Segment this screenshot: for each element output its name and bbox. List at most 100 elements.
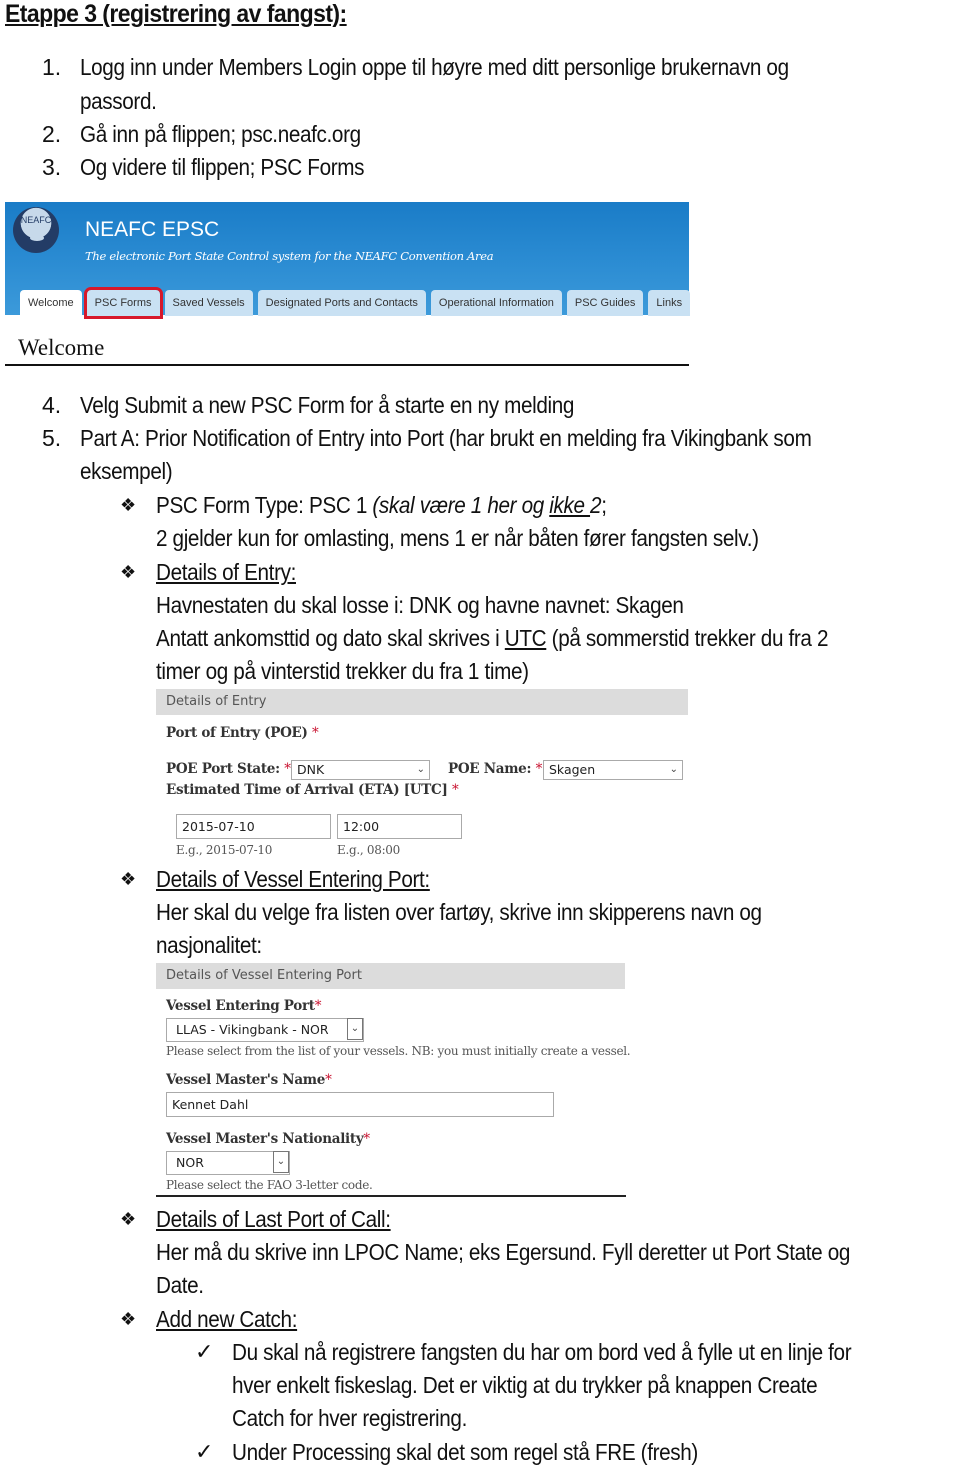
tab-welcome[interactable]: Welcome: [20, 290, 82, 316]
catch-text: hver enkelt fiskeslag. Det er viktig at …: [232, 1372, 818, 1398]
step-number: 2.: [42, 121, 62, 147]
step-text: Og videre til flippen; PSC Forms: [80, 154, 365, 180]
tab-psc-guides[interactable]: PSC Guides: [566, 290, 644, 316]
required-mark: *: [314, 998, 322, 1014]
text: (skal være 1 her og: [372, 492, 550, 518]
tab-operational-information[interactable]: Operational Information: [430, 290, 562, 316]
catch-text: Du skal nå registrere fangsten du har om…: [232, 1339, 852, 1365]
step-text: passord.: [80, 88, 157, 114]
vessel-label: Vessel Entering Port*: [166, 998, 321, 1014]
label-text: Estimated Time of Arrival (ETA) [UTC]: [166, 782, 448, 798]
nationality-label: Vessel Master's Nationality*: [166, 1131, 370, 1147]
details-entry-text: Havnestaten du skal losse i: DNK og havn…: [156, 592, 684, 618]
last-port-text: Date.: [156, 1272, 204, 1298]
nationality-hint: Please select the FAO 3-letter code.: [166, 1178, 373, 1192]
select-value: DNK: [297, 762, 325, 777]
required-mark: *: [312, 725, 319, 741]
add-catch-title: Add new Catch:: [156, 1306, 298, 1332]
vessel-form-screenshot: Details of Vessel Entering Port Vessel E…: [156, 963, 631, 1198]
last-port-text: Her må du skrive inn LPOC Name; eks Eger…: [156, 1239, 850, 1265]
step-number: 4.: [42, 392, 62, 418]
fish-icon: [30, 235, 44, 241]
text: ikke: [549, 492, 591, 518]
last-port-title: Details of Last Port of Call:: [156, 1206, 391, 1232]
chevron-down-icon: ⌄: [347, 1018, 363, 1040]
label-text: POE Port State:: [166, 761, 280, 777]
catch-text: Catch for hver registrering.: [232, 1405, 467, 1431]
time-hint: E.g., 08:00: [337, 843, 400, 857]
details-vessel-text: Her skal du velge fra listen over fartøy…: [156, 899, 762, 925]
label-text: POE Name:: [448, 761, 532, 777]
form-section-header: Details of Vessel Entering Port: [156, 963, 625, 989]
step-text: eksempel): [80, 458, 173, 484]
text: Antatt ankomsttid og dato skal skrives i: [156, 625, 505, 651]
neafc-header-screenshot: NEAFC NEAFC EPSC The electronic Port Sta…: [5, 202, 691, 368]
catch-text: Under Processing skal det som regel stå …: [232, 1439, 698, 1465]
select-value: NOR: [176, 1155, 204, 1170]
step-text: Velg Submit a new PSC Form for å starte …: [80, 392, 575, 418]
required-mark: *: [451, 782, 459, 798]
logo-text: NEAFC: [20, 215, 52, 225]
poe-name-select[interactable]: Skagen ⌄: [543, 760, 683, 780]
poe-label: Port of Entry (POE) *: [166, 725, 319, 741]
site-title: NEAFC EPSC: [85, 218, 220, 241]
divider: [156, 1195, 626, 1197]
neafc-banner: NEAFC NEAFC EPSC The electronic Port Sta…: [5, 202, 691, 319]
text: UTC: [504, 625, 547, 651]
eta-date-input[interactable]: 2015-07-10: [176, 814, 331, 839]
step-number: 3.: [42, 154, 62, 180]
tab-psc-forms[interactable]: PSC Forms: [83, 287, 163, 319]
vessel-hint: Please select from the list of your vess…: [166, 1044, 631, 1058]
chevron-down-icon: ⌄: [416, 764, 425, 775]
step-text: Logg inn under Members Login oppe til hø…: [80, 54, 789, 80]
required-mark: *: [325, 1072, 332, 1088]
port-state-label: POE Port State: *: [166, 761, 291, 777]
required-mark: *: [363, 1131, 370, 1147]
text: 2: [590, 492, 602, 518]
vessel-select[interactable]: LLAS - Vikingbank - NOR ⌄: [166, 1018, 364, 1042]
text: ;: [601, 492, 607, 518]
neafc-logo-icon: NEAFC: [13, 207, 59, 253]
details-vessel-text: nasjonalitet:: [156, 932, 262, 958]
eta-time-input[interactable]: 12:00: [337, 814, 462, 839]
bullet-icon: ❖: [120, 562, 137, 582]
text: (på sommerstid trekker du fra 2: [546, 625, 829, 651]
entry-form-screenshot: Details of Entry Port of Entry (POE) * P…: [156, 689, 688, 861]
step-text: Part A: Prior Notification of Entry into…: [80, 425, 812, 451]
master-name-label: Vessel Master's Name*: [166, 1072, 332, 1088]
required-mark: *: [535, 761, 543, 777]
tab-designated-ports[interactable]: Designated Ports and Contacts: [257, 290, 426, 316]
site-subtitle: The electronic Port State Control system…: [85, 249, 494, 263]
form-type-text: PSC Form Type: PSC 1 (skal være 1 her og…: [156, 491, 607, 519]
select-value: LLAS - Vikingbank - NOR: [176, 1022, 329, 1037]
details-entry-title: Details of Entry:: [156, 559, 296, 585]
eta-label: Estimated Time of Arrival (ETA) [UTC] *: [166, 782, 459, 798]
bullet-icon: ❖: [120, 1309, 137, 1329]
form-section-header: Details of Entry: [156, 689, 688, 715]
label-text: Port of Entry (POE): [166, 725, 308, 741]
details-vessel-title: Details of Vessel Entering Port:: [156, 866, 430, 892]
check-icon: ✓: [195, 1439, 214, 1464]
date-hint: E.g., 2015-07-10: [176, 843, 273, 857]
section-heading: Etappe 3 (registrering av fangst):: [5, 0, 347, 28]
required-mark: *: [284, 761, 291, 777]
label-text: Vessel Master's Nationality: [166, 1131, 364, 1147]
welcome-heading: Welcome: [18, 335, 105, 360]
poe-name-label: POE Name: *: [448, 761, 542, 777]
label-text: Vessel Master's Name: [166, 1072, 326, 1088]
text: PSC Form Type: PSC 1: [156, 492, 373, 518]
chevron-down-icon: ⌄: [669, 764, 678, 775]
master-name-input[interactable]: Kennet Dahl: [166, 1092, 554, 1117]
tab-links[interactable]: Links: [648, 290, 691, 316]
port-state-select[interactable]: DNK ⌄: [291, 760, 430, 780]
divider: [5, 364, 689, 366]
chevron-down-icon: ⌄: [273, 1151, 289, 1173]
tab-saved-vessels[interactable]: Saved Vessels: [164, 290, 253, 316]
step-number: 1.: [42, 54, 62, 80]
select-value: Skagen: [549, 762, 596, 777]
details-entry-text: timer og på vinterstid trekker du fra 1 …: [156, 658, 529, 684]
nationality-select[interactable]: NOR ⌄: [166, 1151, 290, 1175]
bullet-icon: ❖: [120, 869, 137, 889]
label-text: Vessel Entering Port: [166, 998, 315, 1014]
nav-tabs: Welcome PSC Forms Saved Vessels Designat…: [20, 287, 691, 319]
